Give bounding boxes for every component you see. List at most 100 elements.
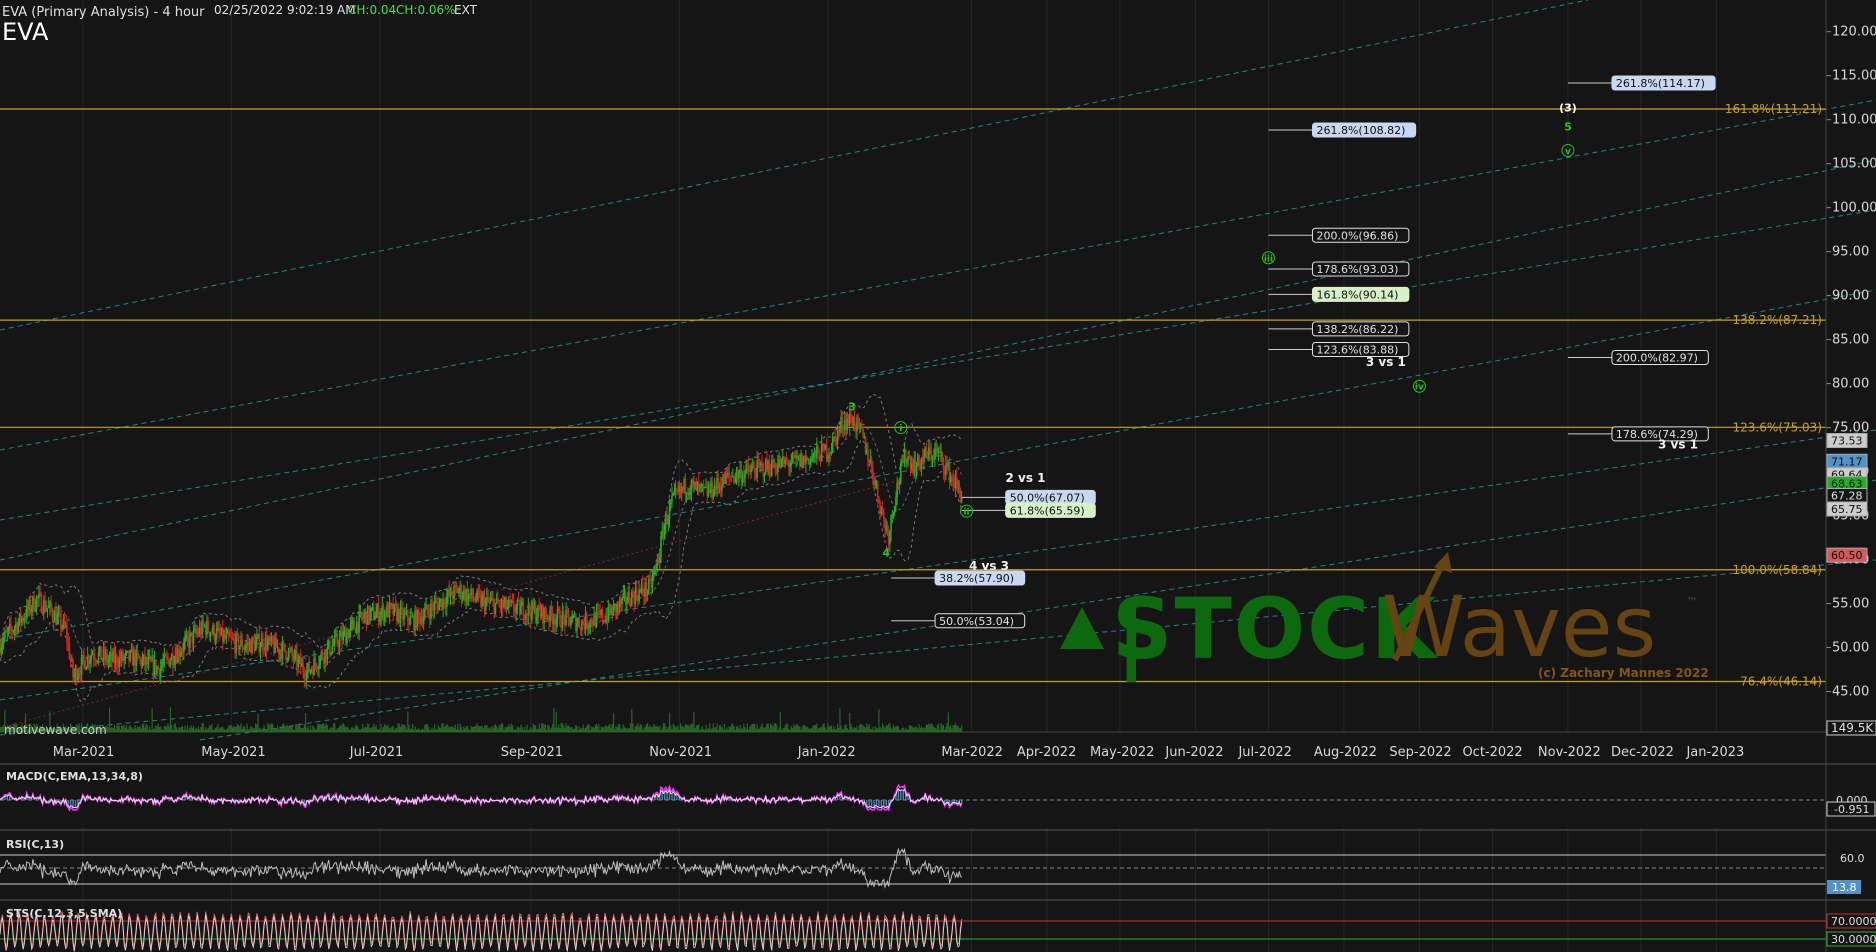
volume-bar [670,725,672,732]
y-tick-label: 100.00 [1832,201,1876,216]
candle-body [46,607,49,610]
symbol: EVA [2,18,49,46]
volume-bar [908,725,910,732]
volume-bar [789,729,791,732]
volume-bar [212,729,214,732]
candle-body [565,610,567,625]
volume-bar [928,723,930,732]
volume-bar [873,729,875,732]
candle-body [929,447,931,451]
volume-bar [498,725,500,732]
volume-bar [749,727,751,732]
volume-bar [583,728,585,732]
volume-bar [765,726,767,732]
volume-bar [313,727,315,732]
candle-body [63,619,66,626]
volume-bar [200,727,202,732]
volume-bar [580,728,582,732]
volume-bar [617,724,620,732]
volume-bar [0,727,2,732]
volume-bar [649,725,651,732]
volume-bar [399,726,402,732]
volume-bar [699,729,701,732]
wave-label: 5 [1564,121,1572,134]
volume-bar [533,725,536,732]
volume-bar [375,724,377,732]
volume-bar [218,728,220,732]
candle-body [275,637,278,648]
volume-bar [381,729,383,732]
candle-body [436,601,438,604]
candle-body [297,659,300,668]
candle-body [235,633,237,652]
volume-bar [709,723,711,732]
volume-bar [863,726,865,732]
volume-bar [807,727,809,732]
candle-body [836,429,839,444]
volume-bar [890,727,892,732]
candle-body [886,525,889,532]
volume-bar [866,723,868,732]
wave-label: 4 [882,547,890,560]
volume-bar [124,727,126,732]
volume-bar [241,728,243,732]
volume-bar [352,727,354,732]
candle-body [228,631,230,636]
candle-body [455,586,458,588]
volume-bar [739,724,741,732]
volume-bar [913,727,915,732]
volume-bar [800,729,802,732]
volume-bar [667,726,669,732]
candle-body [256,637,258,642]
candle-body [668,503,671,519]
volume-bar [203,729,206,732]
volume-bar [191,727,193,732]
candle-body [753,468,756,474]
volume-bar [110,727,112,732]
volume-bar [724,729,727,732]
candle-body [746,464,749,466]
candle-body [353,620,356,629]
volume-bar [486,724,488,732]
volume-bar [944,729,946,732]
candle-body [576,624,578,631]
volume-bar [156,725,158,732]
volume-bar [150,729,152,732]
volume-bar [593,727,595,732]
candle-body [688,493,690,495]
volume-bar [513,729,515,732]
candle-body [159,667,162,677]
volume-bar [636,725,638,732]
candle-body [363,615,365,619]
volume-bar [111,727,113,732]
volume-bar [364,727,366,732]
volume-bar [689,724,691,732]
candle-body [33,596,35,611]
candle-body [712,495,715,497]
volume-bar [182,726,184,732]
volume-bar [594,725,596,732]
macd-tick-1: -0.951 [1834,803,1869,816]
candle-body [585,613,588,628]
volume-bar [727,729,729,732]
volume-bar [272,723,274,732]
volume-bar [499,724,501,732]
candle-body [515,606,517,613]
candle-body [494,602,497,614]
volume-bar [706,729,708,732]
volume-bar [734,729,736,732]
volume-bar [514,729,516,732]
candle-body [17,622,20,633]
candle-body [676,489,678,491]
candle-body [632,591,634,595]
volume-bar [768,728,770,732]
candle-body [867,449,869,462]
volume-bar [349,729,352,732]
volume-bar [358,729,360,732]
volume-bar [496,726,498,732]
candle-body [809,458,812,465]
chart[interactable]: 161.8%(111.21) 138.2%(87.21) 123.6%(75.03)… [0,0,1876,952]
volume-bar [155,725,157,732]
volume-bar [609,723,611,732]
candle-body [10,623,12,630]
